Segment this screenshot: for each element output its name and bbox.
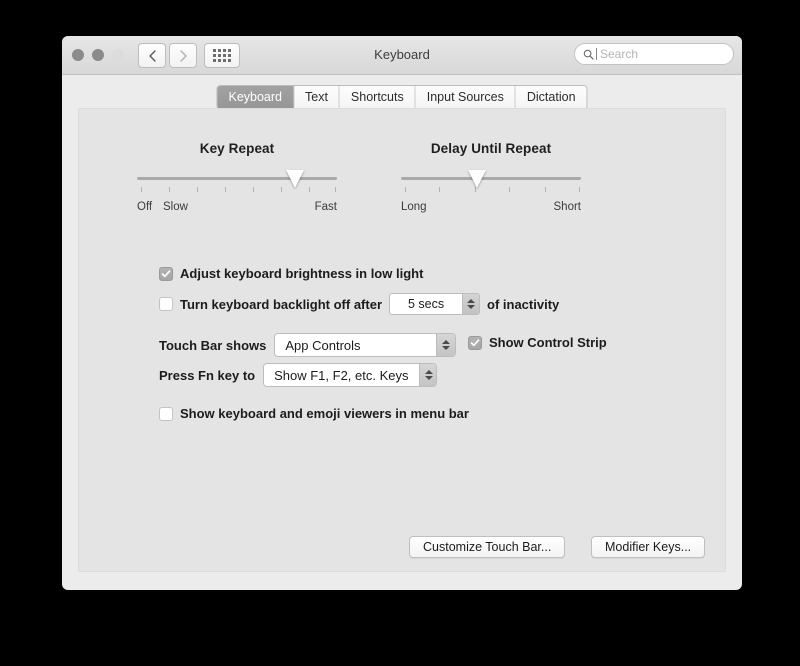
key-repeat-labels: Off Slow Fast (137, 201, 337, 217)
adjust-brightness-checkbox[interactable] (159, 266, 173, 281)
backlight-off-row[interactable]: Turn keyboard backlight off after 5 secs… (159, 293, 559, 315)
slider-ticks (401, 187, 581, 193)
backlight-delay-value[interactable]: 5 secs (390, 294, 462, 314)
search-text-caret (596, 48, 597, 60)
keyboard-settings-panel: Key Repeat Off Slow Fast Delay Until Rep… (78, 108, 726, 572)
show-viewers-label: Show keyboard and emoji viewers in menu … (180, 406, 469, 421)
backlight-off-suffix-label: of inactivity (487, 296, 560, 312)
show-viewers-checkbox[interactable] (159, 406, 173, 421)
stepper-arrows-icon[interactable] (462, 294, 480, 314)
key-repeat-label-slow: Slow (163, 201, 188, 213)
adjust-brightness-label: Adjust keyboard brightness in low light (180, 266, 424, 281)
delay-until-repeat-slider-thumb[interactable] (467, 170, 486, 188)
checkmark-icon (470, 338, 480, 346)
slider-track (401, 177, 581, 180)
keyboard-preferences-window: Keyboard Search Keyboard Text Shortcuts … (62, 36, 742, 590)
key-repeat-label-off: Off (137, 201, 153, 213)
show-control-strip-row[interactable]: Show Control Strip (468, 335, 607, 350)
tab-shortcuts[interactable]: Shortcuts (339, 86, 416, 109)
press-fn-key-popup[interactable]: Show F1, F2, etc. Keys (263, 363, 438, 387)
window-titlebar: Keyboard Search (62, 36, 742, 75)
touch-bar-shows-row: Touch Bar shows App Controls (159, 333, 457, 357)
key-repeat-slider-group: Key Repeat Off Slow Fast (137, 141, 337, 217)
press-fn-key-value: Show F1, F2, etc. Keys (274, 367, 409, 383)
preference-tabs: Keyboard Text Shortcuts Input Sources Di… (216, 85, 588, 110)
modifier-keys-button[interactable]: Modifier Keys... (591, 536, 706, 558)
adjust-brightness-row[interactable]: Adjust keyboard brightness in low light (159, 266, 423, 281)
search-input[interactable]: Search (600, 47, 638, 61)
popup-arrows-icon[interactable] (418, 364, 437, 386)
backlight-off-label: Turn keyboard backlight off after (180, 296, 383, 312)
slider-track (137, 177, 337, 180)
touch-bar-shows-value: App Controls (285, 337, 361, 353)
delay-until-repeat-labels: Long Short (401, 201, 581, 217)
tab-input-sources[interactable]: Input Sources (415, 86, 516, 109)
key-repeat-label-fast: Fast (314, 201, 337, 213)
popup-arrows-icon[interactable] (436, 334, 456, 356)
search-field[interactable]: Search (574, 43, 734, 65)
backlight-delay-stepper[interactable]: 5 secs (389, 293, 481, 315)
delay-label-long: Long (401, 201, 427, 213)
show-control-strip-label: Show Control Strip (489, 335, 607, 350)
touch-bar-shows-label: Touch Bar shows (159, 337, 267, 353)
key-repeat-title: Key Repeat (199, 141, 275, 156)
backlight-off-checkbox[interactable] (159, 297, 173, 311)
tab-text[interactable]: Text (293, 86, 340, 109)
delay-until-repeat-title: Delay Until Repeat (430, 141, 552, 156)
show-control-strip-checkbox[interactable] (468, 335, 482, 350)
show-viewers-row[interactable]: Show keyboard and emoji viewers in menu … (159, 406, 469, 421)
delay-until-repeat-slider-group: Delay Until Repeat Long Short (401, 141, 581, 217)
key-repeat-slider-thumb[interactable] (286, 170, 304, 188)
delay-label-short: Short (553, 201, 582, 213)
press-fn-key-row: Press Fn key to Show F1, F2, etc. Keys (159, 363, 438, 387)
touch-bar-shows-popup[interactable]: App Controls (274, 333, 457, 357)
tab-keyboard[interactable]: Keyboard (217, 86, 294, 109)
press-fn-key-label: Press Fn key to (159, 367, 256, 383)
checkmark-icon (161, 269, 171, 277)
slider-ticks (137, 187, 337, 193)
tab-dictation[interactable]: Dictation (515, 86, 587, 109)
customize-touch-bar-button[interactable]: Customize Touch Bar... (409, 536, 566, 558)
delay-until-repeat-slider[interactable] (401, 170, 581, 196)
search-icon (583, 49, 594, 60)
key-repeat-slider[interactable] (137, 170, 337, 196)
